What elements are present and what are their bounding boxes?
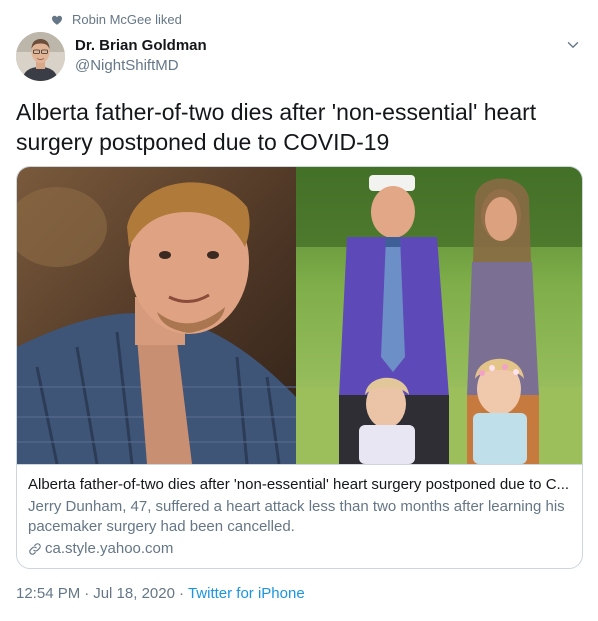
tweet-header: Dr. Brian Goldman @NightShiftMD <box>16 32 582 82</box>
card-body[interactable]: Alberta father-of-two dies after 'non-es… <box>17 464 582 568</box>
tweet-time[interactable]: 12:54 PM <box>16 585 80 602</box>
meta-separator: · <box>84 585 90 602</box>
link-card[interactable]: Alberta father-of-two dies after 'non-es… <box>16 166 583 569</box>
heart-icon <box>51 14 63 26</box>
card-title[interactable]: Alberta father-of-two dies after 'non-es… <box>28 475 571 495</box>
social-context-label: Robin McGee liked <box>72 12 182 27</box>
tweet-meta: 12:54 PM · Jul 18, 2020 · Twitter for iP… <box>16 585 305 602</box>
card-image[interactable] <box>17 167 582 464</box>
chevron-down-icon[interactable] <box>564 36 582 54</box>
card-description: Jerry Dunham, 47, suffered a heart attac… <box>28 498 565 535</box>
meta-separator: · <box>178 585 184 602</box>
display-name[interactable]: Dr. Brian Goldman <box>75 37 207 54</box>
tweet-text: Alberta father-of-two dies after 'non-es… <box>16 99 537 155</box>
card-domain: ca.style.yahoo.com <box>28 539 571 559</box>
tweet-source-link[interactable]: Twitter for iPhone <box>188 585 305 602</box>
card-domain-text: ca.style.yahoo.com <box>45 540 174 557</box>
social-context: Robin McGee liked <box>51 12 182 27</box>
user-handle[interactable]: @NightShiftMD <box>75 57 179 74</box>
avatar[interactable] <box>16 32 65 81</box>
tweet-date[interactable]: Jul 18, 2020 <box>93 585 175 602</box>
link-icon <box>28 542 42 556</box>
